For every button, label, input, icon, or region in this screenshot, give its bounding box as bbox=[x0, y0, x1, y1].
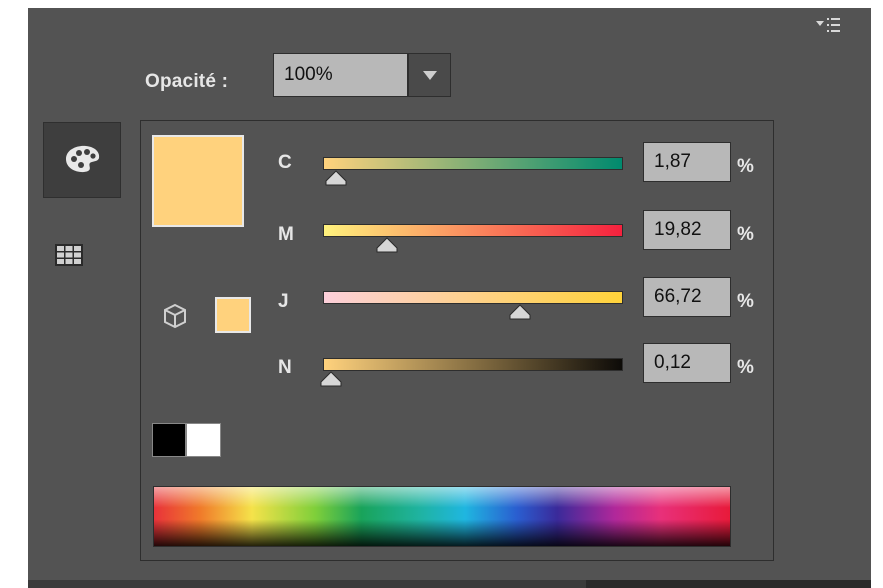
chevron-down-icon bbox=[423, 71, 437, 80]
value-input-n[interactable]: 0,12 bbox=[643, 343, 731, 383]
channel-label-m: M bbox=[278, 224, 294, 245]
slider-j[interactable] bbox=[323, 291, 623, 304]
slider-c[interactable] bbox=[323, 157, 623, 170]
value-input-m[interactable]: 19,82 bbox=[643, 210, 731, 250]
channel-label-c: C bbox=[278, 152, 292, 173]
white-swatch[interactable] bbox=[186, 423, 221, 457]
percent-unit-j: % bbox=[737, 291, 754, 312]
channel-label-j: J bbox=[278, 291, 289, 312]
palette-icon bbox=[66, 145, 100, 173]
panel-bottom-segment bbox=[586, 580, 871, 588]
channel-label-n: N bbox=[278, 357, 292, 378]
percent-unit-m: % bbox=[737, 224, 754, 245]
black-swatch[interactable] bbox=[152, 423, 186, 457]
slider-n[interactable] bbox=[323, 358, 623, 371]
slider-thumb-shape bbox=[509, 304, 531, 320]
spectrum-shade bbox=[154, 487, 730, 546]
percent-unit-n: % bbox=[737, 357, 754, 378]
slider-m[interactable] bbox=[323, 224, 623, 237]
opacity-dropdown-button[interactable] bbox=[408, 53, 451, 97]
swatches-grid-icon bbox=[55, 244, 83, 266]
value-input-j[interactable]: 66,72 bbox=[643, 277, 731, 317]
gamut-warning-swatch[interactable] bbox=[215, 297, 251, 333]
panel-menu-icon[interactable] bbox=[808, 14, 848, 44]
tab-color[interactable] bbox=[43, 122, 121, 198]
slider-thumb-shape bbox=[325, 170, 347, 186]
opacity-label: Opacité : bbox=[145, 71, 229, 92]
fill-color-swatch[interactable] bbox=[152, 135, 244, 227]
percent-unit-c: % bbox=[737, 156, 754, 177]
value-input-c[interactable]: 1,87 bbox=[643, 142, 731, 182]
panel-bottom-border bbox=[28, 580, 871, 588]
slider-thumb-shape bbox=[376, 237, 398, 253]
color-spectrum-ramp[interactable] bbox=[153, 486, 731, 547]
out-of-gamut-cube-icon[interactable] bbox=[163, 303, 187, 329]
tab-swatches[interactable] bbox=[50, 236, 110, 276]
slider-thumb-shape bbox=[320, 371, 342, 387]
opacity-input[interactable]: 100% bbox=[273, 53, 408, 97]
